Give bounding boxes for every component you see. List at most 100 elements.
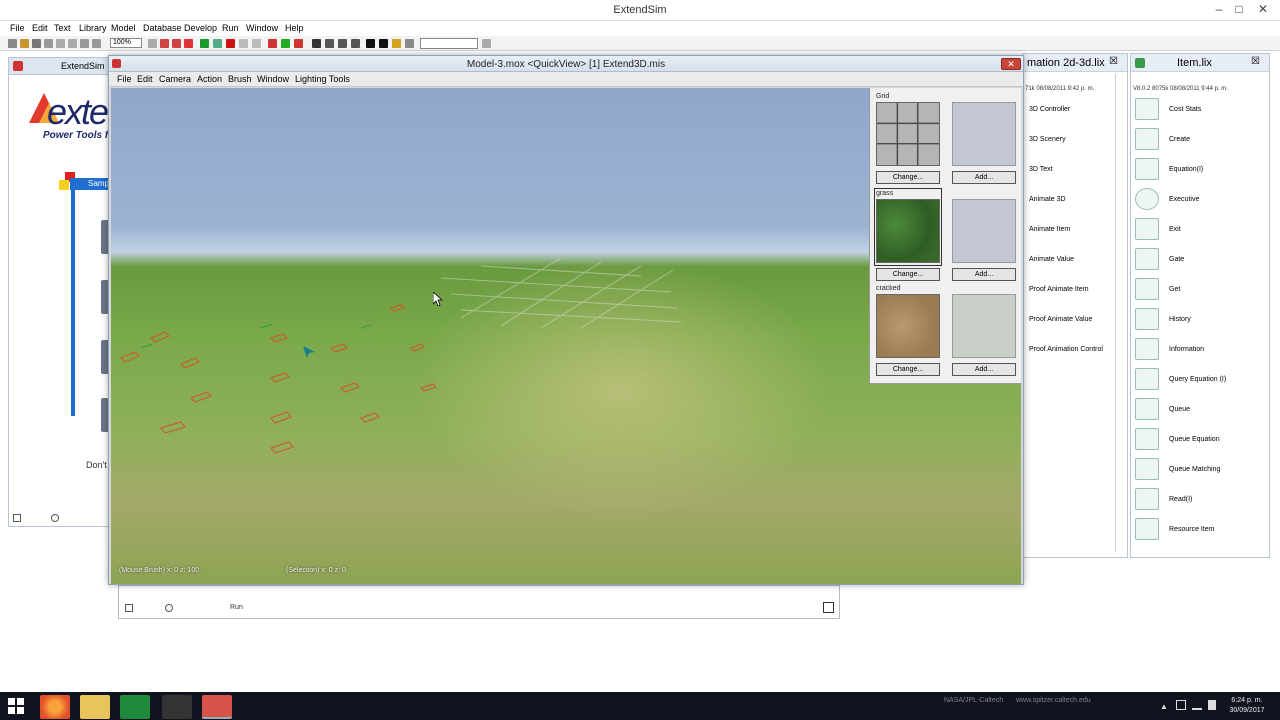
toolbar-field[interactable] [420,38,478,49]
library-item[interactable]: Animate 3D [1029,196,1066,203]
library-item[interactable]: Queue Matching [1169,466,1220,473]
empty-texture-slot[interactable] [952,294,1016,358]
save-icon[interactable] [32,39,41,48]
step-icon[interactable] [213,39,222,48]
empty-texture-slot[interactable] [952,102,1016,166]
color-icon[interactable] [392,39,401,48]
qv-menu-window[interactable]: Window [257,74,289,84]
library-item[interactable]: Proof Animate Value [1029,316,1092,323]
library-item[interactable]: Queue Equation [1169,436,1220,443]
menu-database[interactable]: Database [143,23,182,33]
stop-icon[interactable] [226,39,235,48]
grass-add-button[interactable]: Add... [952,268,1016,281]
equation-icon[interactable] [1135,158,1159,180]
library-item[interactable]: Animate Item [1029,226,1070,233]
windows-start-icon[interactable] [8,698,24,714]
volume-icon[interactable] [1208,700,1216,710]
clock-icon[interactable] [165,604,173,612]
menu-window[interactable]: Window [246,23,278,33]
grid-add-button[interactable]: Add... [952,171,1016,184]
qv-menu-lighting-tools[interactable]: Lighting Tools [295,74,350,84]
create-icon[interactable] [1135,128,1159,150]
draw-icon[interactable] [351,39,360,48]
executive-clock-icon[interactable] [1135,188,1159,210]
maximize-button[interactable]: □ [1226,0,1252,20]
library-item[interactable]: Gate [1169,256,1184,263]
hourglass-icon[interactable] [13,514,21,522]
zoom-icon[interactable] [148,39,157,48]
close-icon[interactable]: ☒ [1109,56,1118,67]
library-item[interactable]: Exit [1169,226,1181,233]
scrollbar[interactable] [1115,74,1116,552]
new-icon[interactable] [8,39,17,48]
zoom-select[interactable]: 100% [110,38,142,48]
library-item[interactable]: Get [1169,286,1180,293]
copy-icon[interactable] [68,39,77,48]
library-item[interactable]: Proof Animation Control [1029,346,1103,353]
hourglass-icon[interactable] [125,604,133,612]
pointer-icon[interactable] [312,39,321,48]
library-item[interactable]: Read(I) [1169,496,1192,503]
query-equation-icon[interactable] [1135,368,1159,390]
app-icon[interactable] [162,695,192,719]
menu-file[interactable]: File [10,23,25,33]
sample-button[interactable]: Samp [70,178,110,190]
qv-menu-file[interactable]: File [117,74,132,84]
read-icon[interactable] [1135,488,1159,510]
run-icon[interactable] [200,39,209,48]
library-item[interactable]: Query Equation (I) [1169,376,1226,383]
exit-icon[interactable] [1135,218,1159,240]
empty-texture-slot[interactable] [952,199,1016,263]
qv-menu-edit[interactable]: Edit [137,74,153,84]
library-item[interactable]: Executive [1169,196,1199,203]
cracked-texture-swatch[interactable] [876,294,940,358]
animation-icon[interactable] [252,39,261,48]
library-item[interactable]: Animate Value [1029,256,1074,263]
undo-icon[interactable] [92,39,101,48]
clone-icon[interactable] [325,39,334,48]
connect-icon[interactable] [338,39,347,48]
library-item[interactable]: Information [1169,346,1204,353]
tray-arrow-icon[interactable]: ▲ [1160,702,1168,711]
library-item[interactable]: History [1169,316,1191,323]
library-item[interactable]: Equation(I) [1169,166,1203,173]
help-icon[interactable] [482,39,491,48]
queue-equation-icon[interactable] [1135,428,1159,450]
file-explorer-icon[interactable] [80,695,110,719]
resource-item-icon[interactable] [1135,518,1159,540]
library-item[interactable]: 3D Scenery [1029,136,1066,143]
history-icon[interactable] [1135,308,1159,330]
record-icon[interactable] [184,39,193,48]
firefox-icon[interactable] [40,695,70,719]
settings-icon[interactable] [405,39,414,48]
menu-help[interactable]: Help [285,23,304,33]
grid-texture-swatch[interactable] [876,102,940,166]
cracked-change-button[interactable]: Change... [876,363,940,376]
grass-change-button[interactable]: Change... [876,268,940,281]
gate-icon[interactable] [1135,248,1159,270]
library-item[interactable]: Create [1169,136,1190,143]
queue-icon[interactable] [1135,398,1159,420]
3d-viewport[interactable]: (Mouse Brush) x: 0 z: 100 (Selection) x:… [111,88,1021,584]
cost-stats-icon[interactable] [1135,98,1159,120]
fill-icon[interactable] [366,39,375,48]
library-item[interactable]: Queue [1169,406,1190,413]
cracked-add-button[interactable]: Add... [952,363,1016,376]
menu-text[interactable]: Text [54,23,71,33]
resize-grip-icon[interactable] [823,602,834,613]
open-icon[interactable] [20,39,29,48]
menu-library[interactable]: Library [79,23,107,33]
network-icon[interactable] [1192,700,1202,710]
close-button[interactable]: ✕ [1250,0,1276,20]
quickview-close-button[interactable]: ✕ [1001,58,1021,70]
print-icon[interactable] [44,39,53,48]
close-icon[interactable]: ☒ [1251,56,1260,67]
pattern-icon[interactable] [379,39,388,48]
debug-icon[interactable] [268,39,277,48]
run-label[interactable]: Run [230,604,243,611]
library-item[interactable]: 3D Text [1029,166,1053,173]
paste-icon[interactable] [80,39,89,48]
menu-run[interactable]: Run [222,23,239,33]
information-icon[interactable] [1135,338,1159,360]
qv-menu-action[interactable]: Action [197,74,222,84]
